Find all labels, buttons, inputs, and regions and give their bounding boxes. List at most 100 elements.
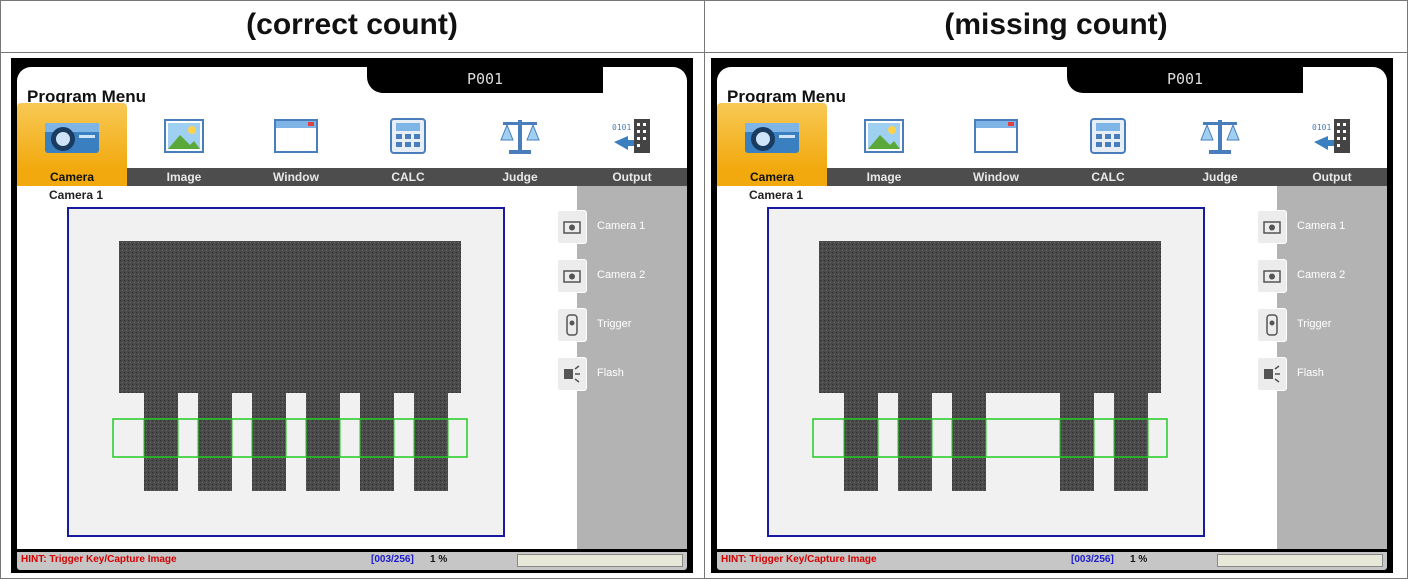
camera-content: Camera 1 Camera 1 Camera 2 Trigger Flash: [717, 186, 1387, 549]
camera-icon: [1257, 259, 1287, 293]
sidebar-item-label: Trigger: [1297, 318, 1332, 330]
tab-window[interactable]: Window: [941, 168, 1051, 186]
progress-bar: [1217, 554, 1383, 567]
output-icon: 0101: [1312, 119, 1350, 153]
pin-group: [144, 393, 448, 491]
sidebar-item-label: Camera 1: [597, 220, 646, 232]
tab-image[interactable]: Image: [829, 168, 939, 186]
status-bar: HINT: Trigger Key/Capture Image [003/256…: [717, 552, 1387, 570]
camera-icon: [1257, 210, 1287, 244]
hint-text: HINT: Trigger Key/Capture Image: [721, 554, 877, 565]
menu-header: Program Menu P001 0101: [17, 67, 687, 169]
tab-output[interactable]: Output: [1277, 168, 1387, 186]
sidebar-item-camera-1[interactable]: Camera 1: [1257, 210, 1387, 244]
sidebar-item-camera-1[interactable]: Camera 1: [557, 210, 687, 244]
scale-icon: [500, 120, 540, 154]
sidebar-item-trigger[interactable]: Trigger: [557, 308, 687, 342]
image-icon: [864, 119, 904, 153]
svg-text:0101: 0101: [1312, 123, 1331, 132]
trigger-icon: [557, 308, 587, 342]
pin: [1060, 393, 1094, 491]
roi-dividers: [843, 419, 1149, 457]
camera-icon: [45, 123, 99, 153]
column-divider: [704, 0, 705, 579]
sidebar-item-flash[interactable]: Flash: [1257, 357, 1387, 391]
pin: [198, 393, 232, 491]
output-icon: 0101: [612, 119, 650, 153]
tab-camera[interactable]: Camera: [717, 168, 827, 186]
window-icon: [274, 119, 318, 153]
trigger-icon: [1257, 308, 1287, 342]
sidebar-item-trigger[interactable]: Trigger: [1257, 308, 1387, 342]
camera-menu-button[interactable]: [717, 103, 827, 169]
camera-label: Camera 1: [749, 188, 804, 202]
pin: [252, 393, 286, 491]
menu-icon-row: 0101: [17, 103, 687, 169]
calc-menu-button[interactable]: [1053, 103, 1163, 169]
program-id-tab: P001: [367, 67, 603, 93]
flash-icon: [1257, 357, 1287, 391]
pin: [898, 393, 932, 491]
sidebar-item-flash[interactable]: Flash: [557, 357, 687, 391]
camera-icon: [557, 210, 587, 244]
sidebar-item-label: Flash: [597, 367, 624, 379]
tab-camera[interactable]: Camera: [17, 168, 127, 186]
caption-left: (correct count): [246, 8, 458, 41]
camera-label: Camera 1: [49, 188, 104, 202]
output-menu-button[interactable]: 0101: [577, 103, 687, 169]
tab-judge[interactable]: Judge: [1165, 168, 1275, 186]
output-menu-button[interactable]: 0101: [1277, 103, 1387, 169]
pin: [144, 393, 178, 491]
pin: [1114, 393, 1148, 491]
image-menu-button[interactable]: [829, 103, 939, 169]
scale-icon: [1200, 120, 1240, 154]
tab-calc[interactable]: CALC: [1053, 168, 1163, 186]
menu-tabbar: Camera Image Window CALC Judge Output: [17, 168, 687, 186]
part-body: [819, 241, 1161, 393]
status-bar: HINT: Trigger Key/Capture Image [003/256…: [17, 552, 687, 570]
pin: [306, 393, 340, 491]
camera-menu-button[interactable]: [17, 103, 127, 169]
image-icon: [164, 119, 204, 153]
camera-sidebar: Camera 1 Camera 2 Trigger Flash: [1257, 186, 1387, 549]
pin: [360, 393, 394, 491]
percent-readout: 1 %: [1130, 554, 1148, 565]
camera-view: [767, 207, 1205, 537]
tab-judge[interactable]: Judge: [465, 168, 575, 186]
inspection-image: [112, 241, 468, 491]
progress-bar: [517, 554, 683, 567]
sidebar-item-camera-2[interactable]: Camera 2: [1257, 259, 1387, 293]
pin: [952, 393, 986, 491]
image-count: [003/256]: [1071, 554, 1114, 565]
sidebar-item-camera-2[interactable]: Camera 2: [557, 259, 687, 293]
menu-icon-row: 0101: [717, 103, 1387, 169]
tab-output[interactable]: Output: [577, 168, 687, 186]
screen-missing-count: Program Menu P001 0101 Camera Image Wind…: [711, 58, 1393, 573]
sidebar-item-label: Camera 1: [1297, 220, 1346, 232]
svg-text:0101: 0101: [612, 123, 631, 132]
calculator-icon: [390, 118, 426, 154]
window-menu-button[interactable]: [941, 103, 1051, 169]
pin: [844, 393, 878, 491]
calculator-icon: [1090, 118, 1126, 154]
calc-menu-button[interactable]: [353, 103, 463, 169]
part-body: [119, 241, 461, 393]
tab-calc[interactable]: CALC: [353, 168, 463, 186]
camera-icon: [557, 259, 587, 293]
menu-tabbar: Camera Image Window CALC Judge Output: [717, 168, 1387, 186]
judge-menu-button[interactable]: [1165, 103, 1275, 169]
sidebar-item-label: Flash: [1297, 367, 1324, 379]
judge-menu-button[interactable]: [465, 103, 575, 169]
flash-icon: [557, 357, 587, 391]
pin-group: [844, 393, 1148, 491]
percent-readout: 1 %: [430, 554, 448, 565]
tab-image[interactable]: Image: [129, 168, 239, 186]
image-count: [003/256]: [371, 554, 414, 565]
header-divider: [0, 52, 1408, 53]
camera-content: Camera 1 Camera 1 Camera 2 Trigger Flash: [17, 186, 687, 549]
sidebar-item-label: Camera 2: [597, 269, 646, 281]
window-menu-button[interactable]: [241, 103, 351, 169]
tab-window[interactable]: Window: [241, 168, 351, 186]
sidebar-item-label: Trigger: [597, 318, 632, 330]
image-menu-button[interactable]: [129, 103, 239, 169]
